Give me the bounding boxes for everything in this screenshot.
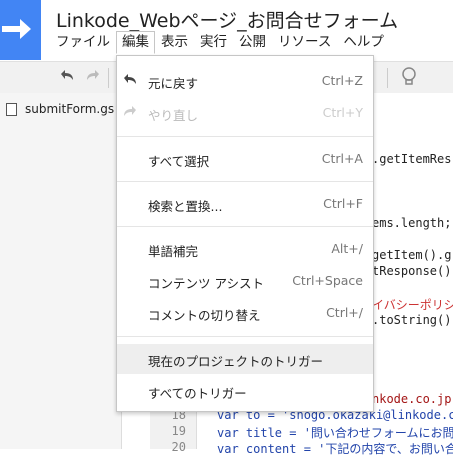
project-title[interactable]: Linkode_Webページ_お問合せフォーム [56,6,398,33]
menu-separator [117,336,373,337]
toolbar-redo-icon[interactable] [84,68,102,88]
toolbar-separator [108,68,109,88]
arrow-right-icon [2,19,31,39]
menu-item-undo[interactable]: 元に戻す Ctrl+Z [117,66,373,96]
edit-menu-dropdown: 元に戻す Ctrl+Z やり直し Ctrl+Y すべて選択 Ctrl+A 検索と… [116,55,374,412]
code-line-text: var title = '問い合わせフォームにお問 [217,426,453,440]
code-fragment: getItem().g [372,248,452,262]
undo-icon [122,72,138,88]
apps-script-logo[interactable] [0,0,41,60]
menu-item-redo[interactable]: やり直し Ctrl+Y [117,98,373,128]
menu-edit[interactable]: 編集 [116,31,155,54]
menu-item-label: コメントの切り替え [148,308,261,323]
menu-item-toggle-comment[interactable]: コメントの切り替え Ctrl+/ [117,298,373,328]
menu-item-label: 元に戻す [148,76,199,91]
menu-item-all-triggers[interactable]: すべてのトリガー [117,376,373,406]
menu-item-shortcut: Ctrl+F [323,196,363,211]
menu-item-shortcut: Ctrl+A [321,151,363,166]
menu-resources[interactable]: リソース [272,31,337,54]
line-number: 20 [171,440,186,454]
menu-run[interactable]: 実行 [194,31,233,54]
redo-icon [122,104,138,120]
menu-item-label: すべてのトリガー [148,386,247,401]
menu-item-shortcut: Ctrl+Y [322,105,363,120]
menu-item-content-assist[interactable]: コンテンツ アシスト Ctrl+Space [117,266,373,296]
menu-separator [117,181,373,182]
menu-item-label: すべて選択 [148,154,210,169]
menu-view[interactable]: 表示 [155,31,194,54]
menu-bar: ファイル 編集 表示 実行 公開 リソース ヘルプ [50,31,390,55]
code-fragment: ems.length; [372,216,452,230]
menu-item-label: 検索と置換... [148,199,223,214]
code-fragment: イバシーポリシ [372,298,453,312]
file-icon [6,102,17,116]
menu-item-shortcut: Alt+/ [331,241,363,256]
menu-item-label: 単語補完 [148,244,199,259]
line-number: 19 [171,424,186,438]
menu-item-shortcut: Ctrl+/ [326,305,363,320]
lightbulb-icon[interactable] [400,66,418,92]
menu-item-shortcut: Ctrl+Z [321,73,363,88]
file-entry-submitform[interactable]: submitForm.gs [6,102,114,116]
menu-item-shortcut: Ctrl+Space [292,273,363,288]
menu-help[interactable]: ヘルプ [337,31,390,54]
file-sidebar: submitForm.gs [0,93,122,449]
menu-file[interactable]: ファイル [50,31,116,54]
code-fragment: tResponse() [372,264,452,278]
code-line-text: var content = '下記の内容で、お問い合 [217,442,453,456]
toolbar-undo-icon[interactable] [58,68,76,88]
file-name: submitForm.gs [25,102,115,116]
code-line: var title = '問い合わせフォームにお問 [217,424,453,441]
code-fragment: nkode.co.jp [372,392,452,406]
code-fragment: .toString() [372,313,452,327]
menu-item-label: コンテンツ アシスト [148,276,264,291]
menu-item-find-replace[interactable]: 検索と置換... Ctrl+F [117,189,373,219]
code-fragment: .getItemRes [372,152,452,166]
menu-publish[interactable]: 公開 [233,31,272,54]
menu-item-word-complete[interactable]: 単語補完 Alt+/ [117,234,373,264]
menu-item-label: 現在のプロジェクトのトリガー [148,354,324,369]
menu-item-project-triggers[interactable]: 現在のプロジェクトのトリガー [117,344,373,374]
toolbar-separator [387,68,388,88]
menu-separator [117,136,373,137]
menu-separator [117,226,373,227]
menu-item-label: やり直し [148,108,199,123]
menu-item-select-all[interactable]: すべて選択 Ctrl+A [117,144,373,174]
